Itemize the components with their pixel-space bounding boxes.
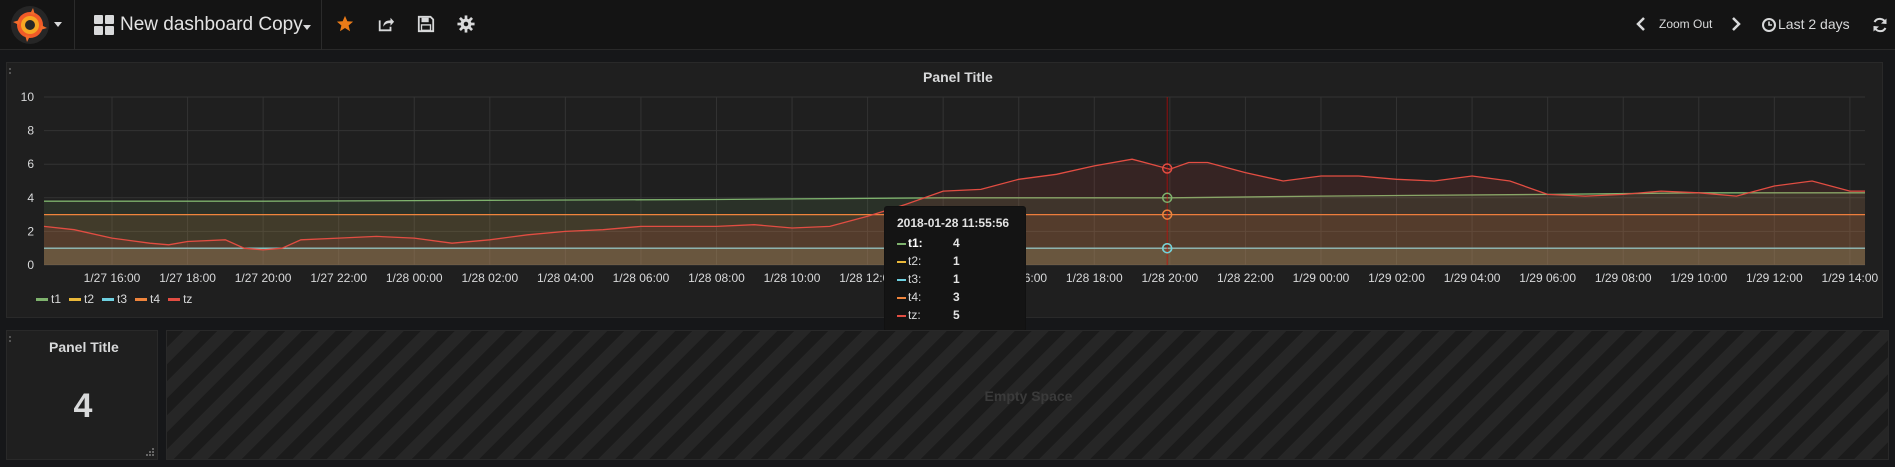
legend-label: t4 — [150, 292, 161, 306]
legend-swatch — [36, 298, 48, 302]
x-tick-label: 1/29 08:00 — [1595, 271, 1652, 285]
empty-space-label: Empty Space — [984, 388, 1073, 404]
tooltip-series-value: 4 — [953, 236, 960, 250]
legend-swatch — [102, 298, 115, 302]
x-tick-label: 1/28 00:00 — [386, 271, 443, 285]
legend-swatch — [135, 298, 148, 302]
tooltip-row: t4: 3 — [897, 290, 1025, 308]
tooltip-series-name: t4: — [908, 290, 922, 304]
tooltip-swatch — [897, 315, 906, 317]
tooltip-row: t1: 4 — [897, 236, 1025, 254]
tooltip-series-value: 3 — [953, 290, 960, 304]
y-tick-label: 10 — [21, 90, 35, 104]
x-tick-label: 1/28 06:00 — [613, 271, 670, 285]
x-tick-label: 1/28 04:00 — [537, 271, 594, 285]
x-tick-label: 1/28 22:00 — [1217, 271, 1274, 285]
hover-tooltip: 2018-01-28 11:55:56 t1: 4 t2: 1 t3: 1 t4: 3 tz: 5 — [884, 206, 1026, 332]
tooltip-swatch — [897, 279, 906, 281]
y-tick-label: 8 — [27, 124, 34, 138]
legend-swatch — [168, 298, 181, 302]
panel-drag-handle[interactable] — [8, 335, 12, 344]
x-tick-label: 1/27 16:00 — [84, 271, 141, 285]
stat-panel-title[interactable]: Panel Title — [49, 339, 119, 355]
tooltip-series-value: 1 — [953, 272, 960, 286]
legend-label: tz — [183, 292, 193, 306]
tooltip-series-name: t3: — [908, 272, 922, 286]
x-tick-label: 1/29 04:00 — [1444, 271, 1501, 285]
stat-value: 4 — [73, 387, 93, 425]
x-tick-label: 1/29 00:00 — [1293, 271, 1350, 285]
legend-item-t3[interactable]: t3 — [102, 292, 127, 306]
resize-handle-icon[interactable] — [146, 448, 154, 456]
tooltip-row: t2: 1 — [897, 254, 1025, 272]
tooltip-series-value: 1 — [953, 254, 960, 268]
legend-item-tz[interactable]: tz — [168, 292, 192, 306]
legend-item-t2[interactable]: t2 — [69, 292, 94, 306]
legend-label: t3 — [117, 292, 128, 306]
tooltip-series-value: 5 — [953, 308, 960, 322]
legend-label: t1 — [51, 292, 62, 306]
y-tick-label: 2 — [27, 224, 34, 238]
legend-label: t2 — [84, 292, 95, 306]
x-tick-label: 1/28 20:00 — [1141, 271, 1198, 285]
tooltip-swatch — [897, 297, 906, 299]
tooltip-swatch — [897, 243, 906, 245]
empty-space-panel: Empty Space — [166, 330, 1889, 460]
legend-item-t4[interactable]: t4 — [135, 292, 160, 306]
legend-swatch — [69, 298, 82, 302]
tooltip-rows: t1: 4 t2: 1 t3: 1 t4: 3 tz: 5 — [897, 236, 1025, 326]
y-tick-label: 4 — [27, 191, 34, 205]
x-tick-label: 1/27 18:00 — [159, 271, 216, 285]
x-tick-label: 1/28 08:00 — [688, 271, 745, 285]
x-tick-label: 1/29 06:00 — [1519, 271, 1576, 285]
x-tick-label: 1/29 02:00 — [1368, 271, 1425, 285]
x-tick-label: 1/29 14:00 — [1822, 271, 1879, 285]
y-tick-label: 0 — [27, 258, 34, 272]
tooltip-row: t3: 1 — [897, 272, 1025, 290]
x-tick-label: 1/28 10:00 — [764, 271, 821, 285]
tooltip-timestamp: 2018-01-28 11:55:56 — [897, 216, 1010, 230]
tooltip-series-name: t1: — [908, 236, 923, 250]
singlestat-panel: Panel Title 4 — [6, 330, 158, 460]
x-tick-label: 1/28 02:00 — [461, 271, 518, 285]
tooltip-series-name: tz: — [908, 308, 921, 322]
graph-legend: t1 t2 t3 t4 tz — [36, 292, 200, 306]
x-tick-label: 1/28 18:00 — [1066, 271, 1123, 285]
tooltip-row: tz: 5 — [897, 308, 1025, 326]
x-tick-label: 1/27 20:00 — [235, 271, 292, 285]
legend-item-t1[interactable]: t1 — [36, 292, 61, 306]
x-tick-label: 1/29 10:00 — [1670, 271, 1727, 285]
x-tick-label: 1/29 12:00 — [1746, 271, 1803, 285]
x-tick-label: 1/27 22:00 — [310, 271, 367, 285]
tooltip-series-name: t2: — [908, 254, 922, 268]
tooltip-swatch — [897, 261, 906, 263]
y-tick-label: 6 — [27, 157, 34, 171]
